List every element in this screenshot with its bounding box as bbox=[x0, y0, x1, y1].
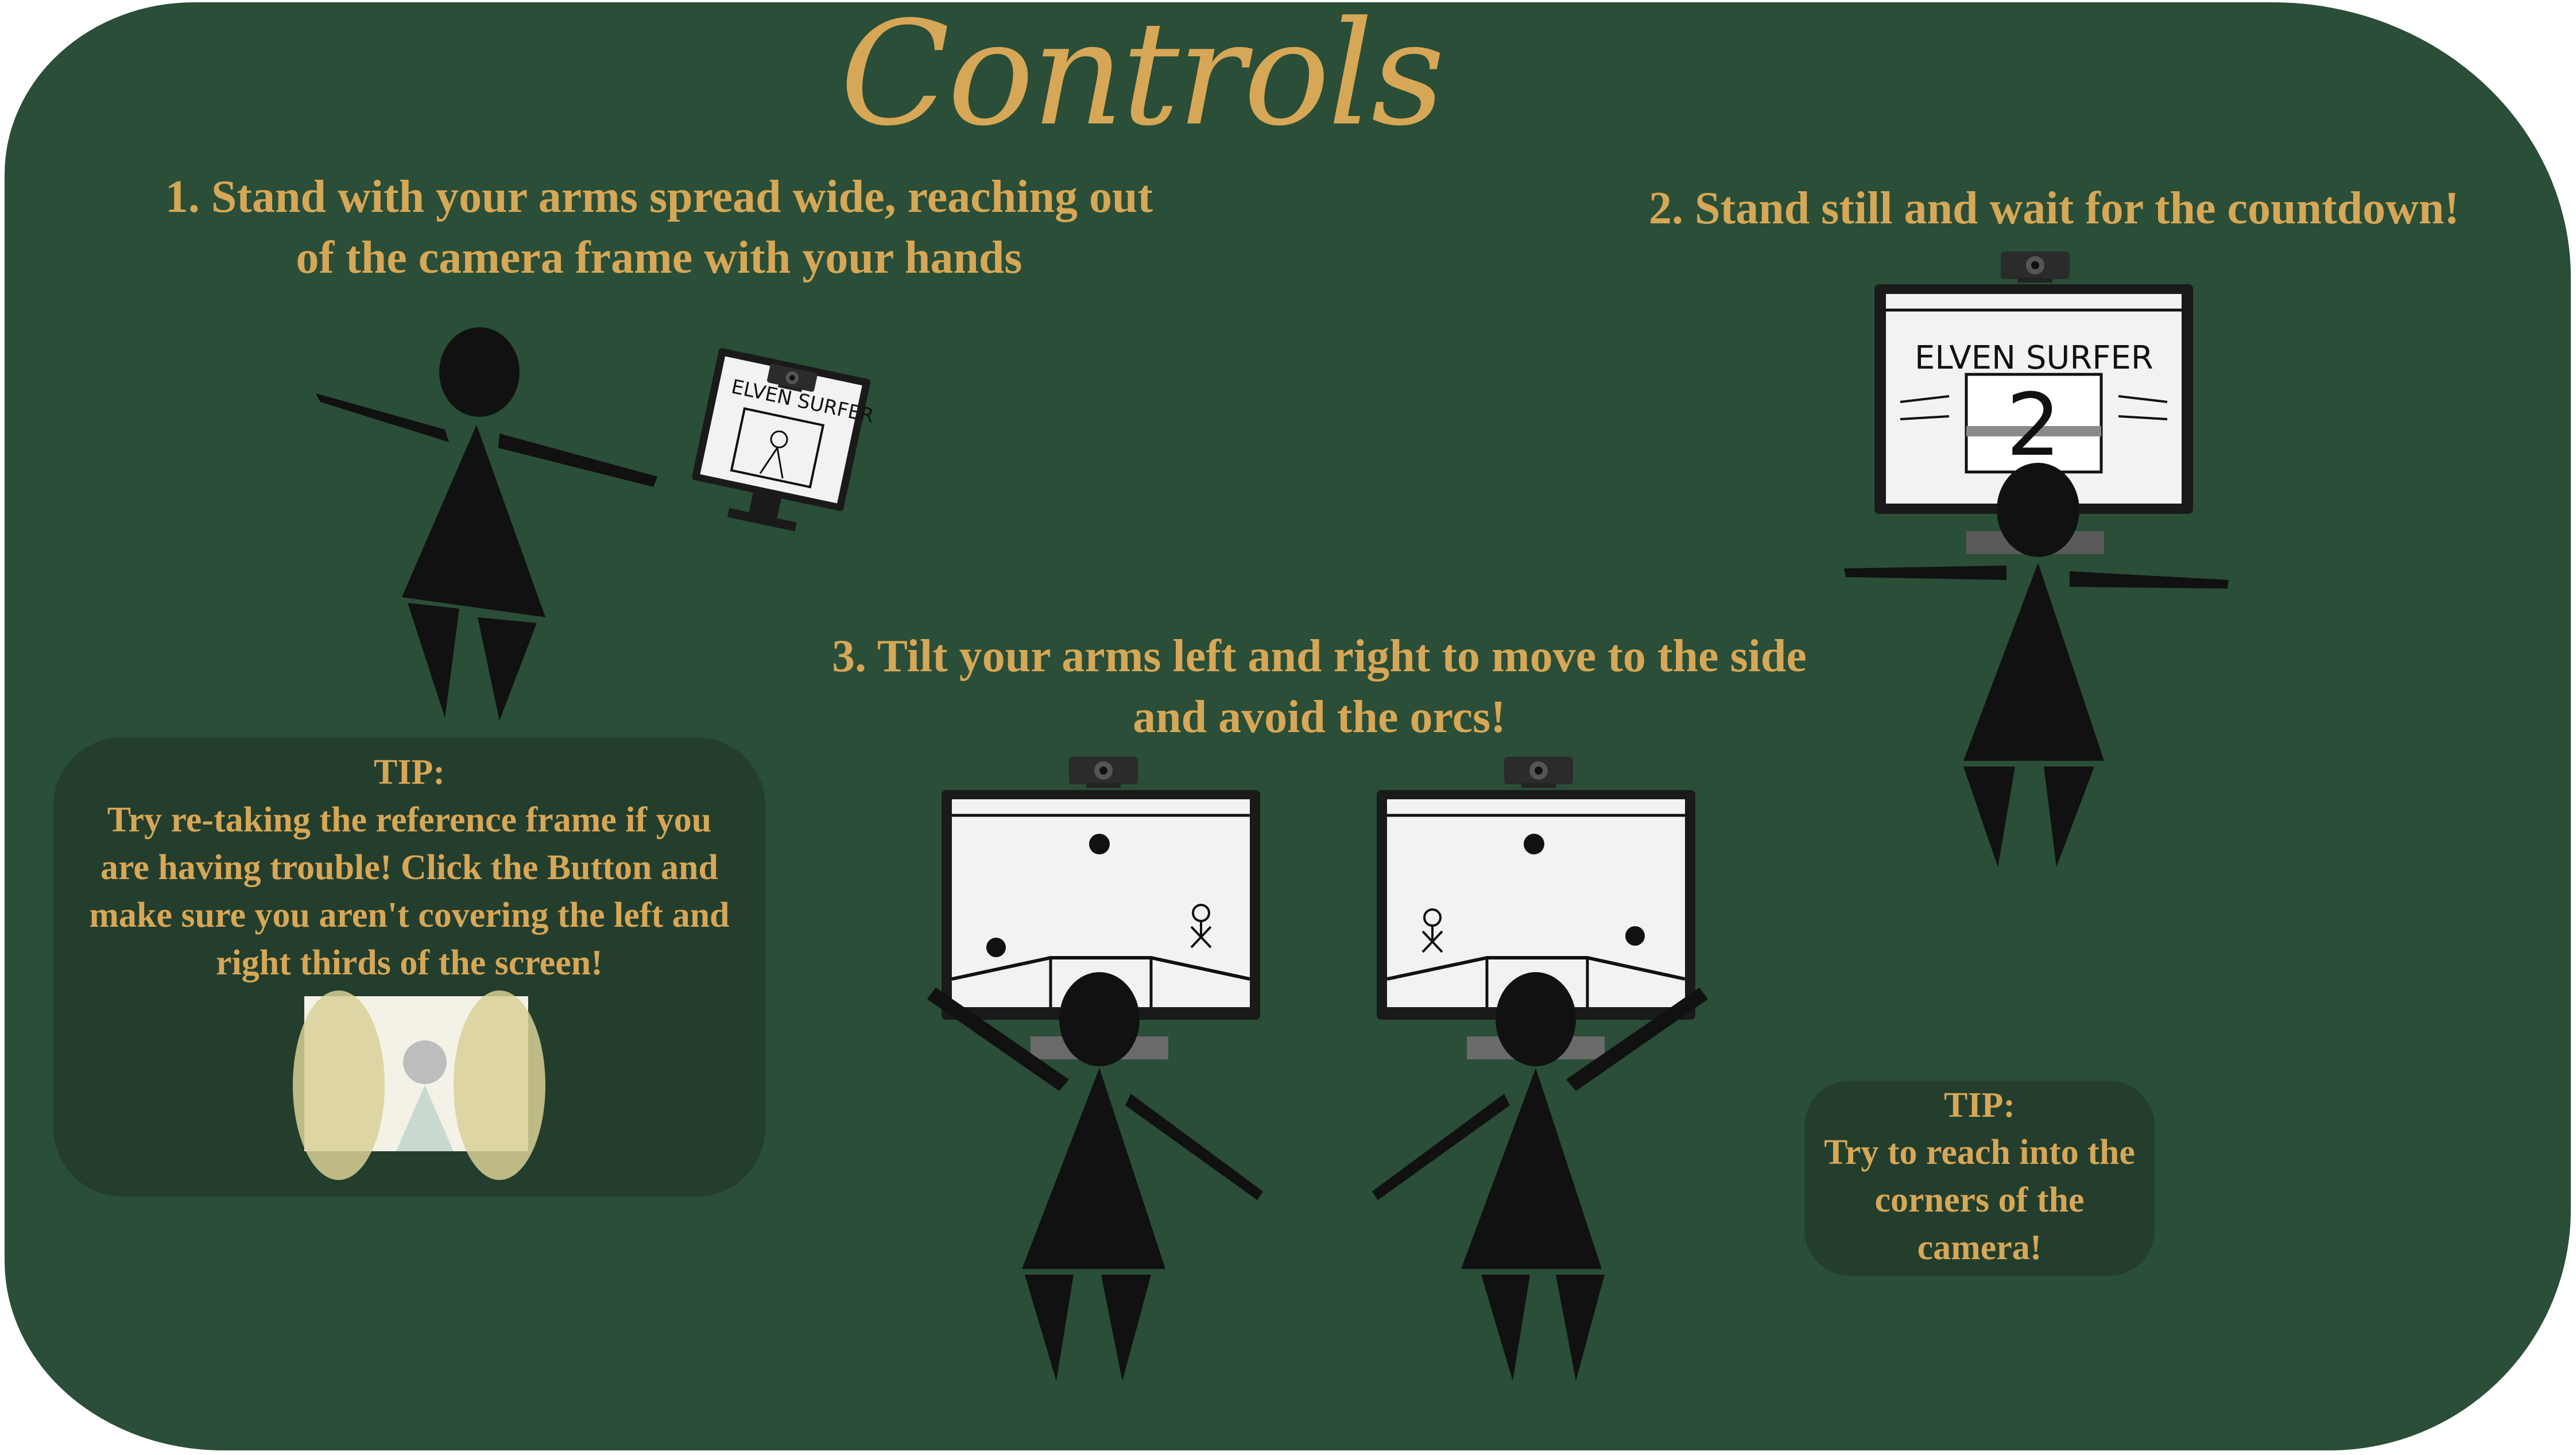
person-figure-step3-left bbox=[927, 972, 1263, 1381]
illustrations: ELVEN SURFER ELVEN SURFER 2 bbox=[293, 251, 2229, 1381]
person-figure-step2 bbox=[1844, 463, 2229, 867]
screen-title: ELVEN SURFER bbox=[1915, 339, 2153, 377]
person-figure-step3-right bbox=[1372, 972, 1708, 1381]
person-figure-step1 bbox=[316, 327, 657, 721]
reference-frame-illustration bbox=[293, 990, 545, 1180]
monitor-step1: ELVEN SURFER bbox=[692, 348, 876, 532]
countdown-number: 2 bbox=[2006, 376, 2060, 475]
